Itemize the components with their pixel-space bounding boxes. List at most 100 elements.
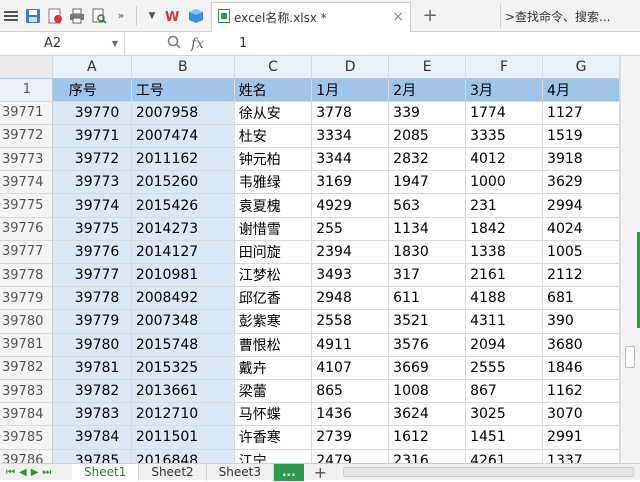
table-cell[interactable]: 马怀蝶 [234,402,313,427]
table-cell[interactable]: 39785 [52,449,132,463]
table-cell[interactable]: 江宁 [234,449,313,463]
header-cell[interactable]: 姓名 [234,78,313,102]
table-cell[interactable]: 231 [465,193,544,218]
row-header[interactable]: 39776 [0,217,53,241]
table-cell[interactable]: 戴卉 [234,356,313,380]
table-cell[interactable]: 3335 [465,124,544,149]
save-icon[interactable] [23,6,43,26]
table-cell[interactable]: 2015748 [131,333,235,357]
table-cell[interactable]: 1436 [311,402,390,427]
table-cell[interactable]: 2394 [311,240,390,265]
sheet-tab-1[interactable]: Sheet1 [72,463,140,481]
column-header-d[interactable]: D [311,56,390,79]
table-cell[interactable]: 1337 [542,449,620,463]
dropdown-icon[interactable]: ▼ [142,6,162,26]
table-cell[interactable]: 3169 [311,170,390,195]
row-header[interactable]: 39772 [0,124,53,149]
print-preview-icon[interactable] [89,6,109,26]
row-header[interactable]: 39779 [0,286,53,311]
column-header-a[interactable]: A [52,56,132,79]
row-header[interactable]: 39775 [0,193,53,218]
table-cell[interactable]: 39784 [52,425,132,450]
table-cell[interactable]: 865 [311,379,390,404]
table-cell[interactable]: 2316 [388,449,467,463]
table-cell[interactable]: 1947 [388,170,467,195]
table-cell[interactable]: 2555 [465,356,544,380]
table-cell[interactable]: 39780 [52,333,132,357]
table-cell[interactable]: 2015426 [131,193,235,218]
table-cell[interactable]: 39772 [52,147,132,172]
table-cell[interactable]: 2112 [542,263,620,288]
table-cell[interactable]: 2007474 [131,124,235,149]
add-tab-button[interactable]: + [419,5,441,26]
add-sheet-button[interactable]: + [304,463,337,482]
table-cell[interactable]: 许香寒 [234,425,313,450]
last-sheet-icon[interactable]: ⏭ [42,467,51,478]
menu-icon[interactable] [1,6,21,26]
table-cell[interactable]: 2948 [311,286,390,311]
column-header-e[interactable]: E [388,56,467,79]
table-cell[interactable]: 390 [542,309,620,334]
header-cell[interactable]: 3月 [465,78,544,102]
column-header-g[interactable]: G [542,56,620,79]
table-cell[interactable]: 4911 [311,333,390,357]
row-header[interactable]: 39780 [0,309,53,334]
row-header[interactable]: 39786 [0,449,53,463]
table-cell[interactable]: 钟元柏 [234,147,313,172]
header-cell[interactable]: 2月 [388,78,467,102]
table-cell[interactable]: 2479 [311,449,390,463]
scrollbar-thumb[interactable] [625,346,635,368]
table-cell[interactable]: 2013661 [131,379,235,404]
table-cell[interactable]: 3629 [542,170,620,195]
table-cell[interactable]: 4024 [542,217,620,241]
wps-logo-icon[interactable]: W [164,6,184,26]
row-header[interactable]: 39781 [0,333,53,357]
vertical-scrollbar[interactable] [620,56,640,463]
chevron-down-icon[interactable]: ▼ [112,39,118,48]
table-cell[interactable]: 4311 [465,309,544,334]
sheet-tab-2[interactable]: Sheet2 [139,463,207,481]
table-cell[interactable]: 2094 [465,333,544,357]
header-cell[interactable]: 4月 [542,78,620,102]
next-sheet-icon[interactable]: ▶ [31,467,39,478]
table-cell[interactable]: 2007958 [131,101,235,125]
table-cell[interactable]: 1000 [465,170,544,195]
table-cell[interactable]: 3025 [465,402,544,427]
function-icon[interactable]: fx [191,36,204,52]
command-search[interactable]: >查找命令、搜索... [500,4,640,28]
table-cell[interactable]: 39782 [52,379,132,404]
table-cell[interactable]: 3576 [388,333,467,357]
table-cell[interactable]: 39773 [52,170,132,195]
row-header[interactable]: 39785 [0,425,53,450]
row-header[interactable]: 39782 [0,356,53,380]
more-sheets-button[interactable]: ... [273,463,304,481]
table-cell[interactable]: 3669 [388,356,467,380]
table-cell[interactable]: 2014273 [131,217,235,241]
table-cell[interactable]: 3778 [311,101,390,125]
table-cell[interactable]: 彭紫寒 [234,309,313,334]
name-box[interactable]: A2 ▼ [0,32,125,55]
table-cell[interactable]: 邱亿香 [234,286,313,311]
table-cell[interactable]: 4107 [311,356,390,380]
table-cell[interactable]: 3521 [388,309,467,334]
table-cell[interactable]: 39776 [52,240,132,265]
table-cell[interactable]: 867 [465,379,544,404]
table-cell[interactable]: 徐从安 [234,101,313,125]
table-cell[interactable]: 39770 [52,101,132,125]
table-cell[interactable]: 田问旋 [234,240,313,265]
table-cell[interactable]: 1519 [542,124,620,149]
header-cell[interactable]: 序号 [52,78,132,102]
table-cell[interactable]: 2012710 [131,402,235,427]
table-cell[interactable]: 39774 [52,193,132,218]
table-cell[interactable]: 江梦松 [234,263,313,288]
export-pdf-icon[interactable] [45,6,65,26]
more-icon[interactable]: » [111,6,131,26]
table-cell[interactable]: 2014127 [131,240,235,265]
print-icon[interactable] [67,6,87,26]
table-cell[interactable]: 2558 [311,309,390,334]
table-cell[interactable]: 4929 [311,193,390,218]
table-cell[interactable]: 2015325 [131,356,235,380]
row-header[interactable]: 39778 [0,263,53,288]
row-header[interactable]: 39771 [0,101,53,125]
row-header[interactable]: 39774 [0,170,53,195]
